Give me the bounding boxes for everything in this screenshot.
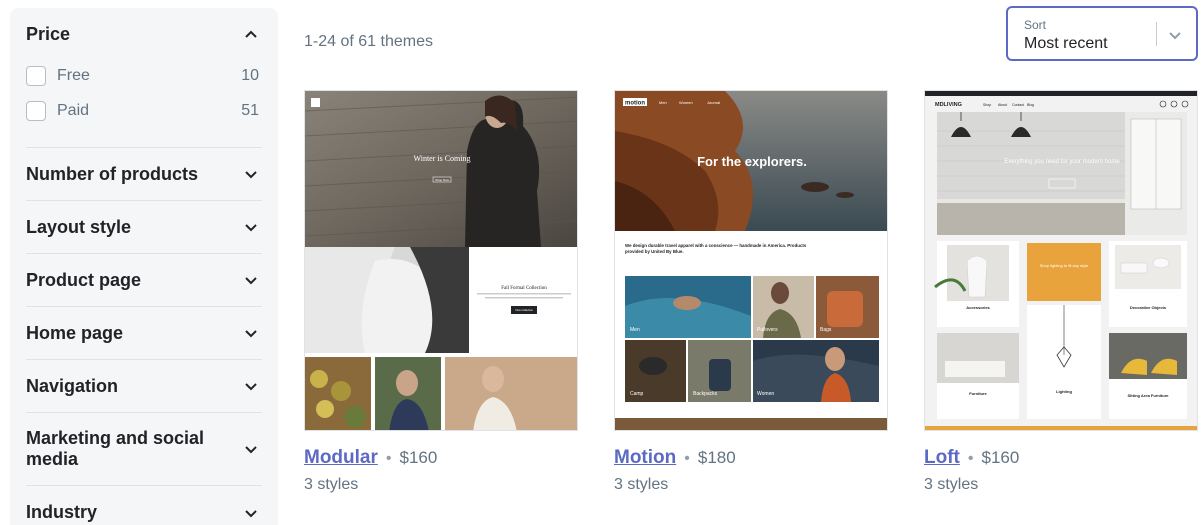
motion-tile-label: Bags <box>820 327 832 333</box>
loft-nav-item: Contact <box>1012 103 1024 107</box>
theme-title-row: Modular • $160 <box>304 447 578 469</box>
theme-price: $160 <box>981 448 1020 467</box>
modular-collection-button: View Collection <box>515 308 533 312</box>
motion-tile-label: Men <box>630 327 640 333</box>
theme-price: $160 <box>399 448 438 467</box>
chevron-down-icon <box>244 506 258 520</box>
modular-hero-button: Shop Now <box>435 178 450 182</box>
chevron-down-icon <box>1168 28 1182 47</box>
chevron-down-icon <box>244 220 258 234</box>
filter-industry[interactable]: Industry <box>26 486 262 525</box>
modular-collection-title: Fall Formal Collection <box>501 286 547 291</box>
loft-preview-image: MDLIVING Shop About Contact Blog Everyth… <box>925 91 1197 430</box>
theme-preview-modular[interactable]: Winter is Coming Shop Now Fall Formal Co… <box>304 90 578 431</box>
filter-price-options: Free 10 Paid 51 <box>26 58 262 148</box>
loft-nav-item: Shop <box>983 103 991 107</box>
separator-dot: • <box>684 450 690 467</box>
loft-nav-item: Blog <box>1027 103 1034 107</box>
filter-option-paid[interactable]: Paid 51 <box>26 93 262 128</box>
loft-tile-label: Furniture <box>969 391 987 396</box>
filter-section-title: Marketing and social media <box>26 428 205 469</box>
loft-promo-text: Shop lighting to fit any style <box>1039 263 1089 268</box>
theme-name-link[interactable]: Modular <box>304 447 378 469</box>
sort-divider <box>1156 22 1157 46</box>
chevron-down-icon <box>244 379 258 393</box>
filter-section-title: Home page <box>26 322 124 343</box>
filter-sidebar: Price Free 10 Paid 51 Number of products… <box>10 8 278 525</box>
paid-checkbox[interactable] <box>26 100 46 121</box>
loft-tile-label: Sitting Area Furniture <box>1128 393 1170 398</box>
chevron-up-icon <box>244 27 258 41</box>
motion-tile-label: Camp <box>630 391 644 397</box>
sort-select[interactable]: Sort Most recent <box>1006 6 1198 61</box>
filter-option-count: 51 <box>241 101 259 119</box>
theme-card-motion: motion Men Women Journal For the explore… <box>614 90 888 494</box>
theme-card-loft: MDLIVING Shop About Contact Blog Everyth… <box>924 90 1198 494</box>
motion-preview-image: motion Men Women Journal For the explore… <box>615 91 887 430</box>
filter-section-title: Navigation <box>26 375 119 396</box>
modular-preview-image: Winter is Coming Shop Now Fall Formal Co… <box>305 91 577 430</box>
theme-title-row: Motion • $180 <box>614 447 888 469</box>
motion-tile-label: Backpacks <box>693 391 718 397</box>
filter-option-label: Free <box>57 66 90 84</box>
loft-tile-label: Decorative Objects <box>1130 305 1167 310</box>
loft-nav-item: About <box>998 103 1007 107</box>
motion-nav-item: Women <box>679 100 693 105</box>
theme-title-row: Loft • $160 <box>924 447 1198 469</box>
filter-option-label: Paid <box>57 101 90 119</box>
filter-option-free[interactable]: Free 10 <box>26 58 262 93</box>
theme-name-link[interactable]: Motion <box>614 447 676 469</box>
theme-name-link[interactable]: Loft <box>924 447 960 469</box>
motion-tile-label: Women <box>757 391 774 397</box>
chevron-down-icon <box>244 273 258 287</box>
motion-nav-item: Men <box>659 100 667 105</box>
filter-number-of-products[interactable]: Number of products <box>26 148 262 201</box>
chevron-down-icon <box>244 167 258 181</box>
theme-styles-count: 3 styles <box>614 476 669 493</box>
chevron-down-icon <box>244 326 258 340</box>
filter-price-header[interactable]: Price <box>26 8 262 58</box>
theme-price: $180 <box>697 448 736 467</box>
loft-hero-title: Everything you need for your modern home <box>1004 159 1120 165</box>
motion-nav-item: Journal <box>707 100 720 105</box>
modular-hero-title: Winter is Coming <box>413 154 470 163</box>
filter-navigation[interactable]: Navigation <box>26 360 262 413</box>
theme-card-modular: Winter is Coming Shop Now Fall Formal Co… <box>304 90 578 494</box>
motion-hero-title: For the explorers. <box>697 154 807 169</box>
filter-home-page[interactable]: Home page <box>26 307 262 360</box>
theme-styles-count: 3 styles <box>924 476 979 493</box>
filter-price-title: Price <box>26 23 71 44</box>
filter-section-title: Product page <box>26 269 142 290</box>
motion-tagline: We design durable travel apparel with a … <box>625 243 807 254</box>
results-count: 1-24 of 61 themes <box>304 33 433 50</box>
filter-marketing-and-social-media[interactable]: Marketing and social media <box>26 413 262 486</box>
filter-section-title: Industry <box>26 502 98 522</box>
filter-option-count: 10 <box>241 66 259 84</box>
theme-styles-count: 3 styles <box>304 476 359 493</box>
theme-preview-loft[interactable]: MDLIVING Shop About Contact Blog Everyth… <box>924 90 1198 431</box>
filter-section-title: Number of products <box>26 163 199 184</box>
loft-tile-label: Lighting <box>1056 389 1072 394</box>
free-checkbox[interactable] <box>26 65 46 86</box>
motion-tile-label: Pullovers <box>757 327 778 333</box>
filter-layout-style[interactable]: Layout style <box>26 201 262 254</box>
separator-dot: • <box>385 450 392 467</box>
loft-logo: MDLIVING <box>935 102 962 108</box>
separator-dot: • <box>967 450 974 467</box>
motion-logo: motion <box>625 101 645 107</box>
chevron-down-icon <box>244 442 258 456</box>
loft-tile-label: Accessories <box>966 305 990 310</box>
filter-section-title: Layout style <box>26 216 132 237</box>
theme-preview-motion[interactable]: motion Men Women Journal For the explore… <box>614 90 888 431</box>
filter-product-page[interactable]: Product page <box>26 254 262 307</box>
